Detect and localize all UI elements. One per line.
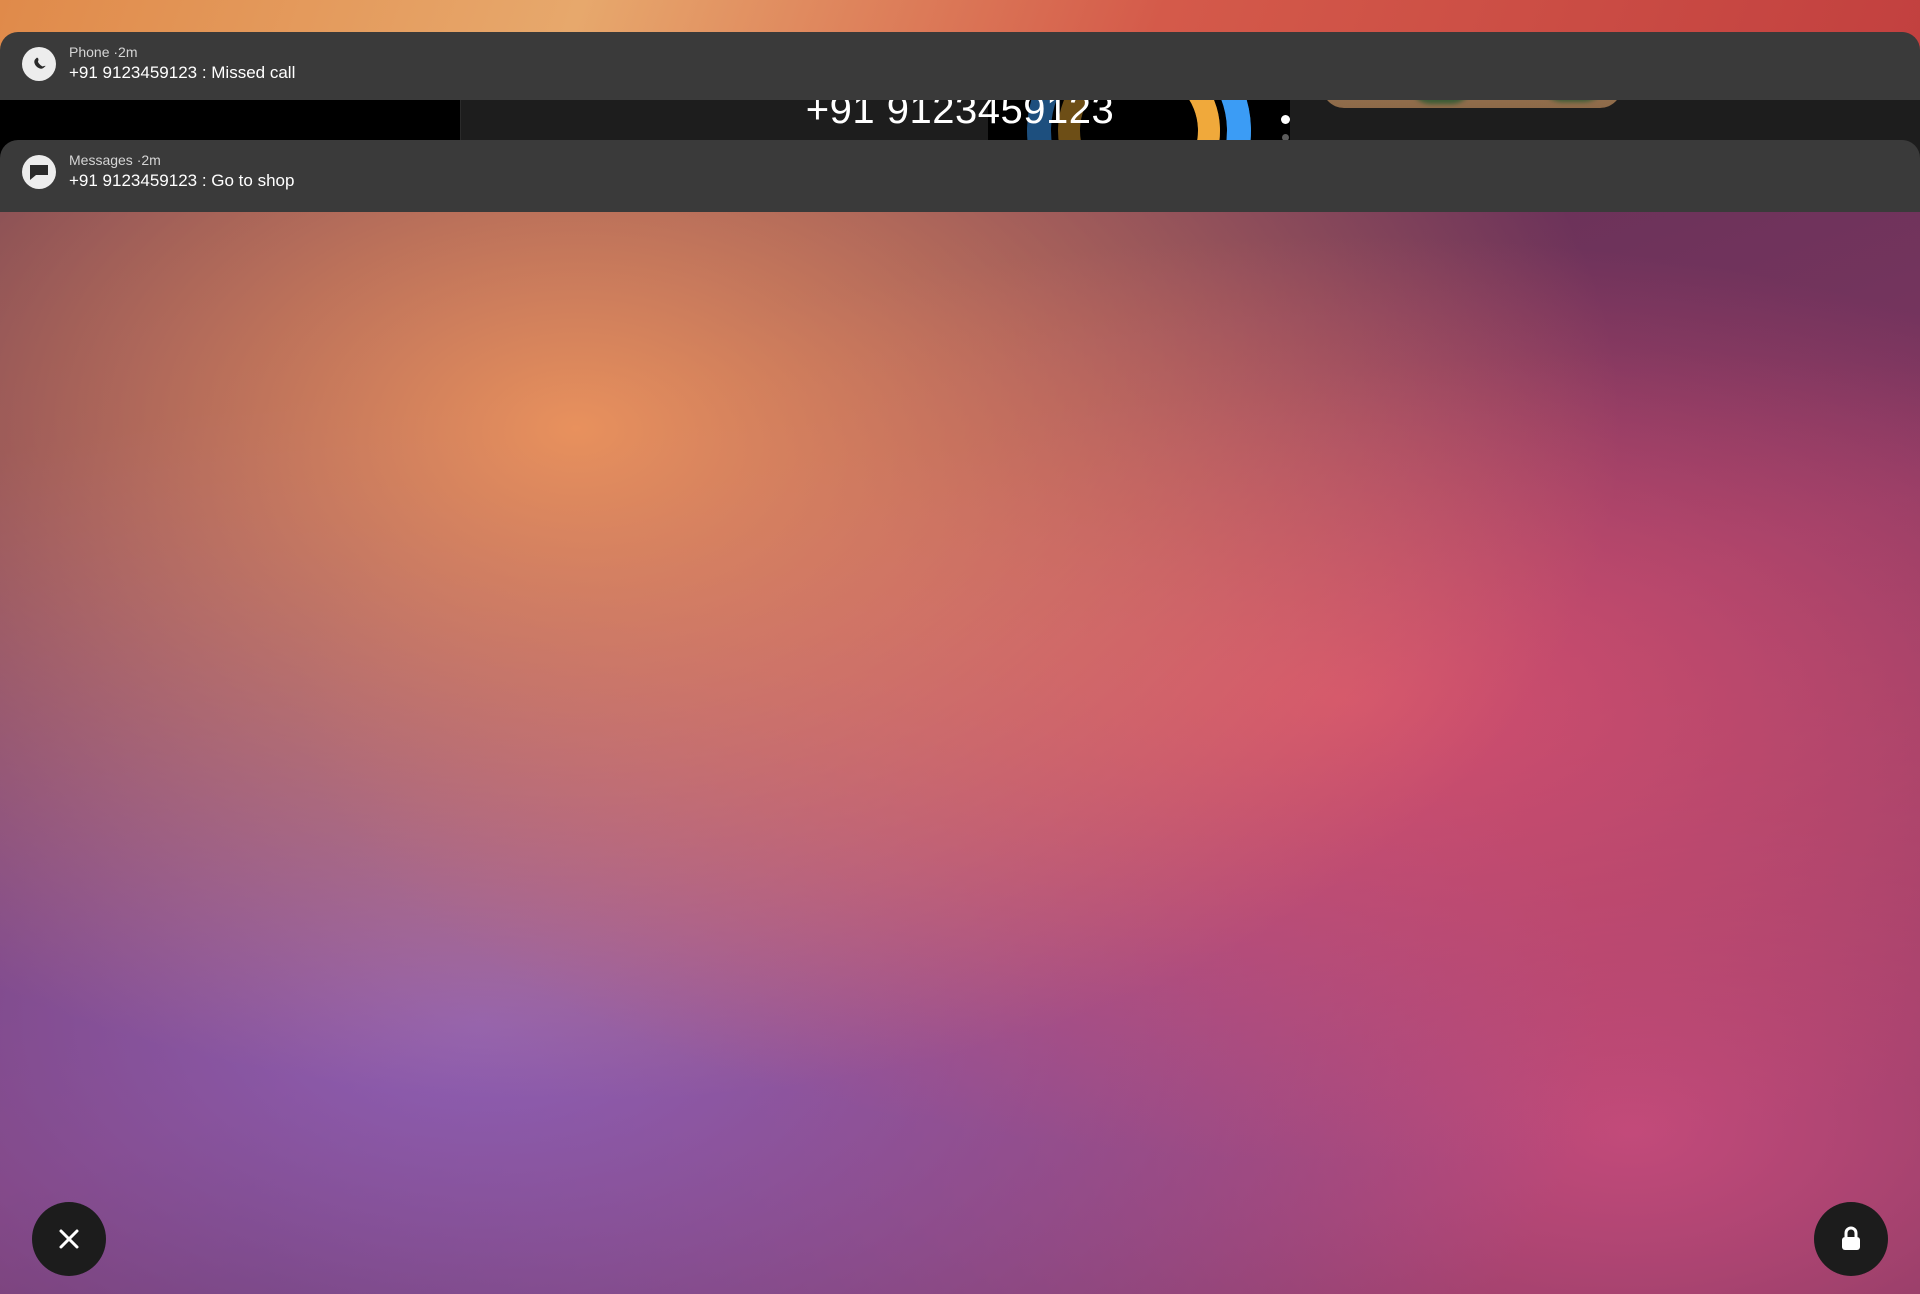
notification-shade[interactable]: Phone ·2m +91 9123459123 : Missed call M… bbox=[0, 0, 1920, 1294]
lockscreen-wallpaper bbox=[0, 212, 1920, 1294]
screenshot-root: OIS 50MP 11:11 bbox=[0, 0, 1920, 1294]
